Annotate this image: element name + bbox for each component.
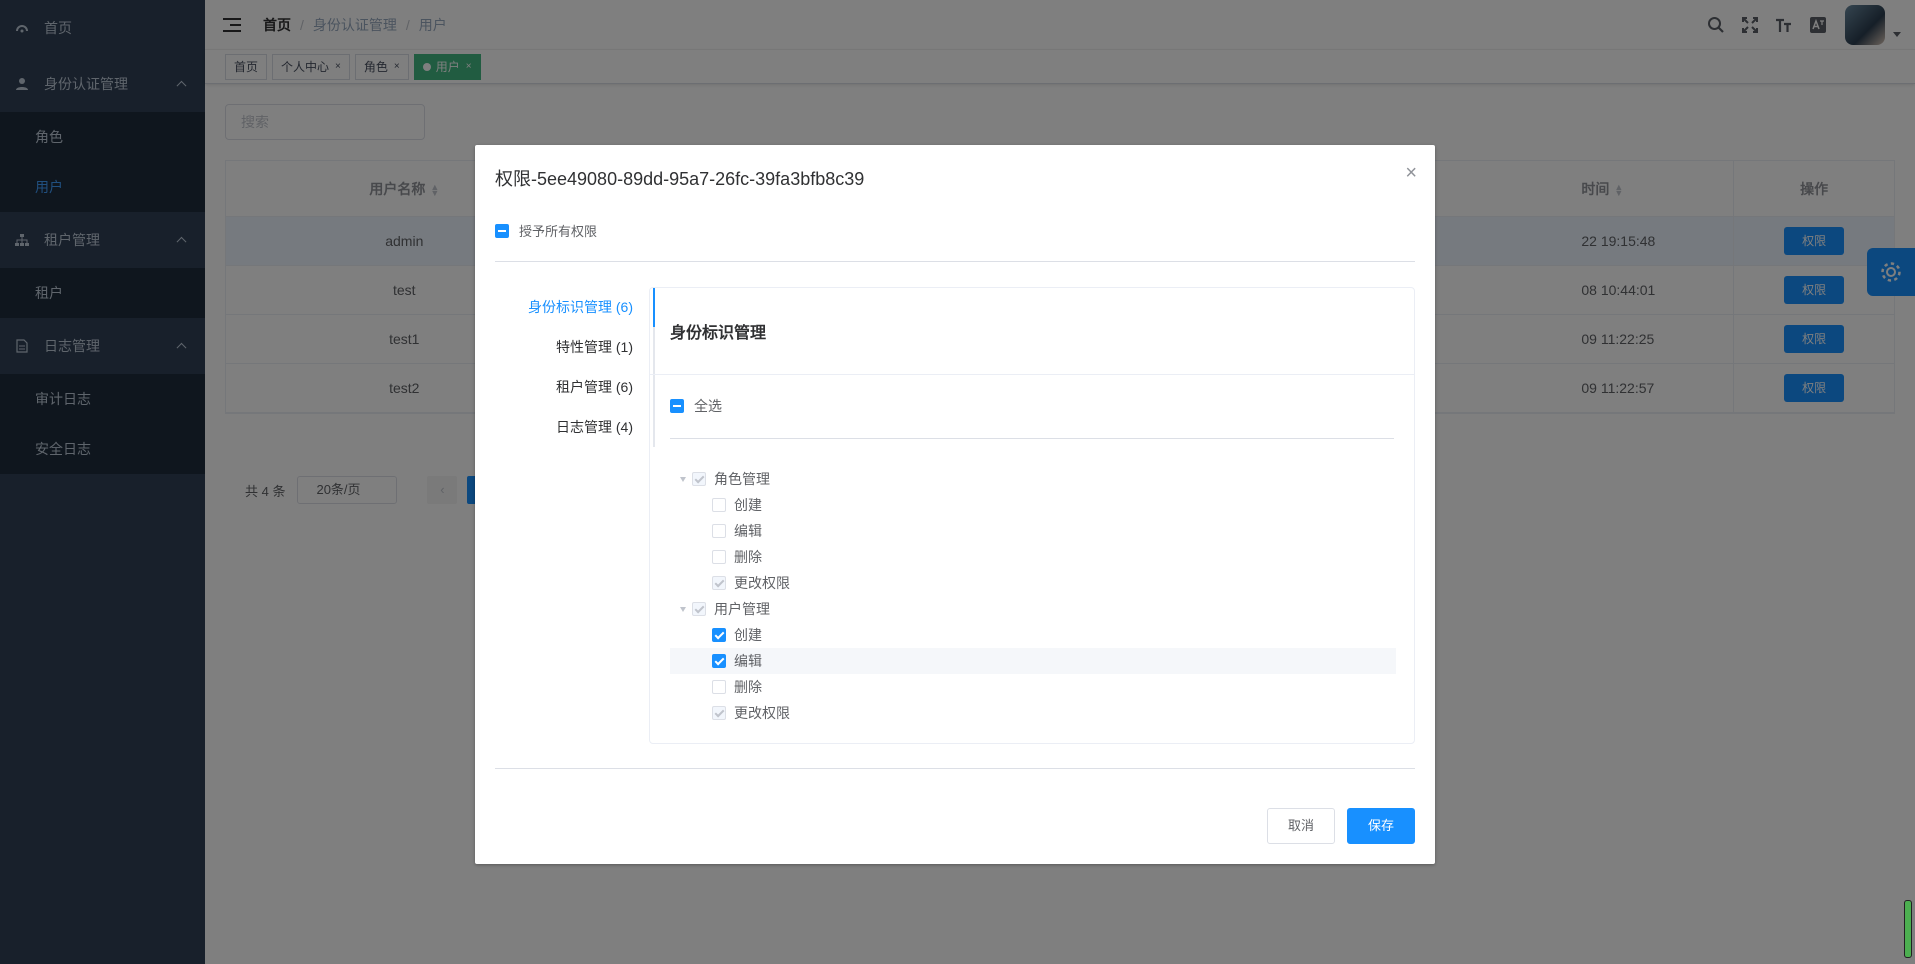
dialog-title: 权限-5ee49080-89dd-95a7-26fc-39fa3bfb8c39	[495, 169, 865, 189]
tree-node[interactable]: 删除	[670, 674, 1396, 700]
tree-node-label: 删除	[734, 549, 762, 565]
checkbox[interactable]	[712, 680, 726, 694]
section-title: 身份标识管理	[650, 288, 1414, 375]
tree-node[interactable]: 更改权限	[670, 700, 1396, 726]
tree-node[interactable]: 角色管理	[670, 466, 1396, 492]
cancel-button[interactable]: 取消	[1266, 808, 1335, 844]
caret-down-icon[interactable]	[680, 476, 686, 482]
grant-all-label: 授予所有权限	[519, 224, 598, 239]
permission-tree: 角色管理 创建 编辑 删除 更改权限 用户管理 创建 编辑 删除 更改权限	[670, 466, 1396, 726]
tree-node[interactable]: 创建	[670, 622, 1396, 648]
checkbox-indeterminate-icon[interactable]	[670, 399, 684, 413]
permission-group-tabs: 身份标识管理 (6) 特性管理 (1) 租户管理 (6) 日志管理 (4)	[495, 287, 655, 447]
tree-node-label: 删除	[734, 679, 762, 695]
tree-node[interactable]: 更改权限	[670, 570, 1396, 596]
save-button[interactable]: 保存	[1346, 808, 1415, 844]
select-all-label: 全选	[694, 398, 722, 414]
tree-node[interactable]: 用户管理	[670, 596, 1396, 622]
grant-all-checkbox[interactable]: 授予所有权限	[495, 221, 597, 240]
checkbox[interactable]	[712, 628, 726, 642]
tree-node-label: 编辑	[734, 523, 762, 539]
divider	[495, 261, 1415, 262]
tree-node-label: 更改权限	[734, 705, 790, 721]
caret-down-icon[interactable]	[680, 606, 686, 612]
checkbox[interactable]	[712, 498, 726, 512]
tab-features[interactable]: 特性管理 (1)	[495, 327, 653, 367]
checkbox	[712, 706, 726, 720]
tree-node[interactable]: 编辑	[670, 648, 1396, 674]
tree-node-label: 用户管理	[714, 601, 770, 617]
checkbox	[712, 576, 726, 590]
divider	[670, 438, 1394, 439]
close-icon[interactable]: ×	[1405, 163, 1417, 183]
tab-logs[interactable]: 日志管理 (4)	[495, 407, 653, 447]
tree-node[interactable]: 删除	[670, 544, 1396, 570]
permission-card: 身份标识管理 全选 角色管理 创建 编辑 删除 更改权限 用户管理 创建 编辑 …	[649, 287, 1415, 744]
tree-node-label: 更改权限	[734, 575, 790, 591]
tree-node-label: 角色管理	[714, 471, 770, 487]
checkbox[interactable]	[712, 654, 726, 668]
divider	[495, 768, 1415, 769]
tree-node-label: 创建	[734, 497, 762, 513]
tab-tenants[interactable]: 租户管理 (6)	[495, 367, 653, 407]
tree-node[interactable]: 编辑	[670, 518, 1396, 544]
checkbox[interactable]	[712, 550, 726, 564]
tree-node[interactable]: 创建	[670, 492, 1396, 518]
permission-dialog: 权限-5ee49080-89dd-95a7-26fc-39fa3bfb8c39 …	[475, 145, 1435, 864]
checkbox	[692, 472, 706, 486]
tree-node-label: 创建	[734, 627, 762, 643]
checkbox[interactable]	[712, 524, 726, 538]
select-all-checkbox[interactable]: 全选	[670, 396, 722, 416]
checkbox-indeterminate-icon[interactable]	[495, 223, 509, 238]
tab-identity[interactable]: 身份标识管理 (6)	[495, 287, 655, 327]
checkbox	[692, 602, 706, 616]
scrollbar-thumb[interactable]	[1904, 900, 1912, 958]
tree-node-label: 编辑	[734, 653, 762, 669]
